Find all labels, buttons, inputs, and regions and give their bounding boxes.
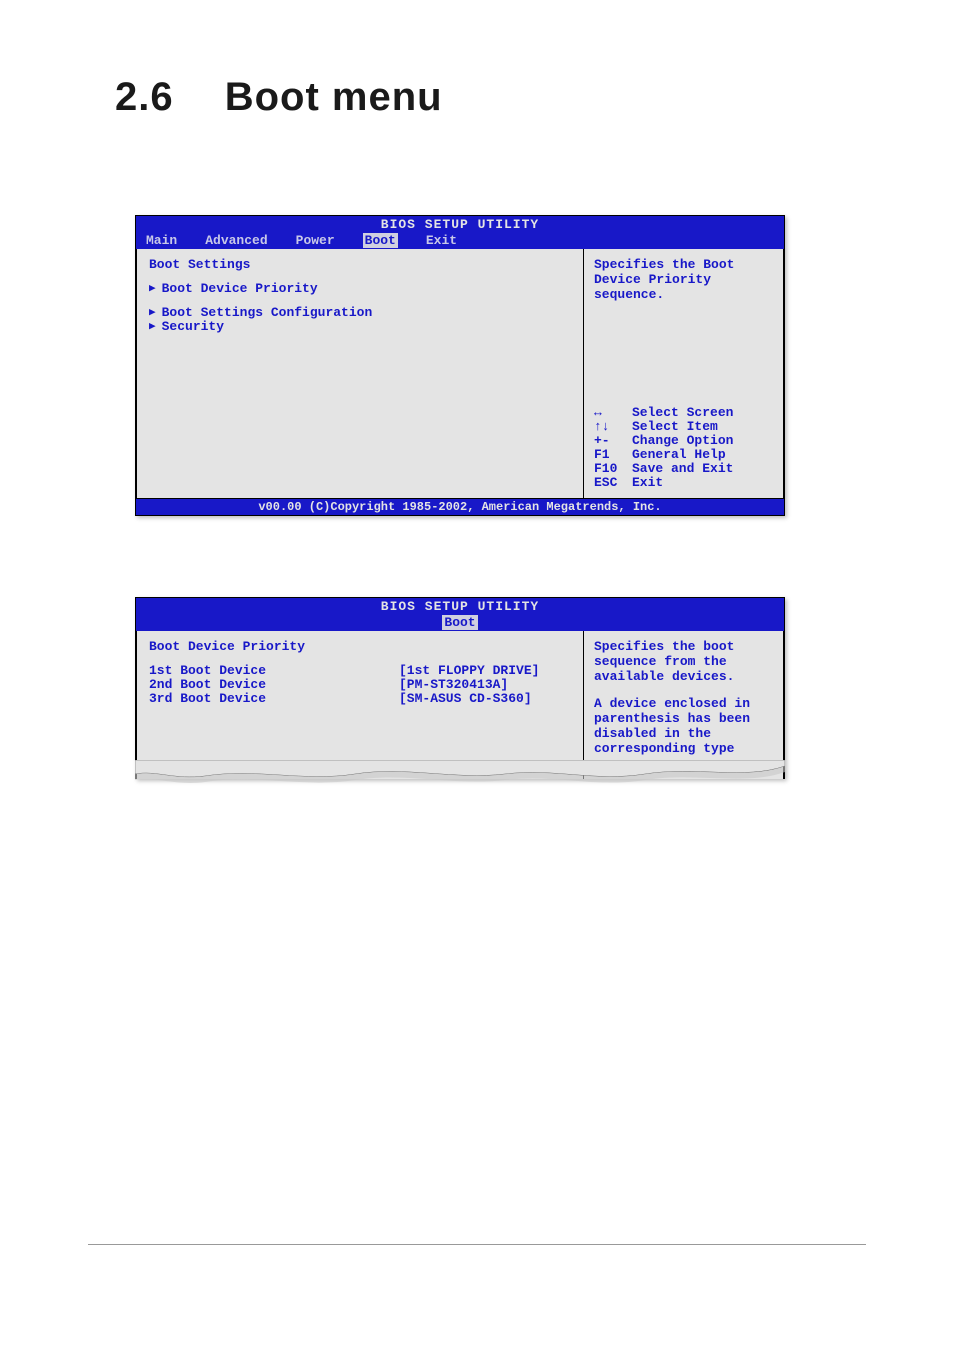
help-text-1: Specifies the boot sequence from the ava… <box>594 639 773 684</box>
bios-tab-bar: Boot <box>136 615 784 631</box>
boot-device-row-1[interactable]: 1st Boot Device [1st FLOPPY DRIVE] <box>149 664 571 678</box>
menu-item-label: Boot Device Priority <box>162 282 318 296</box>
menu-item-security[interactable]: ▶ Security <box>149 320 571 334</box>
tab-boot[interactable]: Boot <box>442 615 477 630</box>
key-plus-minus: +- <box>594 434 632 448</box>
key-arrows-lr: ↔ <box>594 406 632 420</box>
section-title-text: Boot menu <box>225 75 443 119</box>
boot-device-value: [1st FLOPPY DRIVE] <box>399 664 539 678</box>
key-desc: Select Screen <box>632 406 773 420</box>
bios-help-panel: Specifies the boot sequence from the ava… <box>584 631 784 779</box>
triangle-icon: ▶ <box>149 282 156 296</box>
page-footer-rule <box>88 1244 866 1245</box>
bios-tab-bar: Main Advanced Power Boot Exit <box>136 233 784 249</box>
boot-device-row-2[interactable]: 2nd Boot Device [PM-ST320413A] <box>149 678 571 692</box>
key-desc: General Help <box>632 448 773 462</box>
tab-power[interactable]: Power <box>296 233 335 248</box>
bios-screenshot-2: BIOS SETUP UTILITY Boot Boot Device Prio… <box>135 597 785 779</box>
tab-main[interactable]: Main <box>146 233 177 248</box>
section-heading: 2.6 Boot menu <box>115 75 443 120</box>
boot-device-value: [PM-ST320413A] <box>399 678 508 692</box>
key-desc: Save and Exit <box>632 462 773 476</box>
boot-device-row-3[interactable]: 3rd Boot Device [SM-ASUS CD-S360] <box>149 692 571 706</box>
key-arrows-ud: ↑↓ <box>594 420 632 434</box>
bios-main-panel: Boot Device Priority 1st Boot Device [1s… <box>136 631 584 779</box>
bios-help-panel: Specifies the Boot Device Priority seque… <box>584 249 784 499</box>
triangle-icon: ▶ <box>149 320 156 334</box>
bios-heading: Boot Settings <box>149 257 571 272</box>
bios-screenshot-1: BIOS SETUP UTILITY Main Advanced Power B… <box>135 215 785 516</box>
torn-edge-decoration <box>135 760 785 784</box>
bios-heading: Boot Device Priority <box>149 639 571 654</box>
boot-device-label: 3rd Boot Device <box>149 692 399 706</box>
menu-item-label: Security <box>162 320 224 334</box>
tab-boot[interactable]: Boot <box>363 233 398 248</box>
boot-device-value: [SM-ASUS CD-S360] <box>399 692 532 706</box>
key-help-list: ↔Select Screen ↑↓Select Item +-Change Op… <box>594 406 773 490</box>
key-desc: Select Item <box>632 420 773 434</box>
menu-item-boot-device-priority[interactable]: ▶ Boot Device Priority <box>149 282 571 296</box>
key-f10: F10 <box>594 462 632 476</box>
boot-device-label: 1st Boot Device <box>149 664 399 678</box>
tab-advanced[interactable]: Advanced <box>205 233 267 248</box>
bios-footer: v00.00 (C)Copyright 1985-2002, American … <box>136 499 784 515</box>
key-esc: ESC <box>594 476 632 490</box>
boot-device-label: 2nd Boot Device <box>149 678 399 692</box>
bios-main-panel: Boot Settings ▶ Boot Device Priority ▶ B… <box>136 249 584 499</box>
menu-item-label: Boot Settings Configuration <box>162 306 373 320</box>
menu-item-boot-settings-configuration[interactable]: ▶ Boot Settings Configuration <box>149 306 571 320</box>
key-f1: F1 <box>594 448 632 462</box>
bios-title: BIOS SETUP UTILITY <box>136 598 784 615</box>
tab-exit[interactable]: Exit <box>426 233 457 248</box>
bios-title: BIOS SETUP UTILITY <box>136 216 784 233</box>
help-text: Specifies the Boot Device Priority seque… <box>594 257 773 302</box>
key-desc: Exit <box>632 476 773 490</box>
triangle-icon: ▶ <box>149 306 156 320</box>
section-number: 2.6 <box>115 75 174 119</box>
key-desc: Change Option <box>632 434 773 448</box>
